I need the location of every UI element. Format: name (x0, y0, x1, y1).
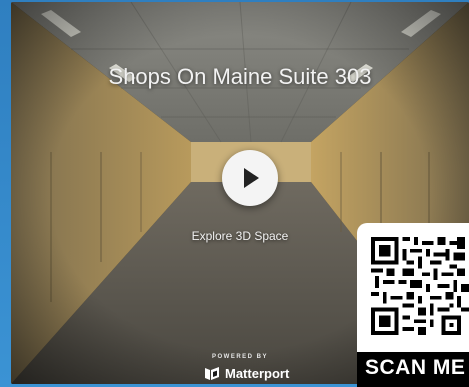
qr-code-icon (371, 237, 469, 335)
matterport-logo-icon (205, 367, 219, 380)
matterport-brand[interactable]: Matterport (205, 363, 289, 383)
brand-name: Matterport (225, 365, 290, 381)
qr-card[interactable]: SCAN ME (357, 223, 469, 387)
tour-title: Shops On Maine Suite 303 (108, 64, 372, 89)
scan-me-bar: SCAN ME (357, 352, 469, 387)
scan-me-label: SCAN ME (365, 356, 466, 379)
play-icon (244, 168, 259, 188)
play-button[interactable] (222, 150, 278, 206)
page-background: Shops On Maine Suite 303 Explore 3D Spac… (0, 0, 469, 387)
